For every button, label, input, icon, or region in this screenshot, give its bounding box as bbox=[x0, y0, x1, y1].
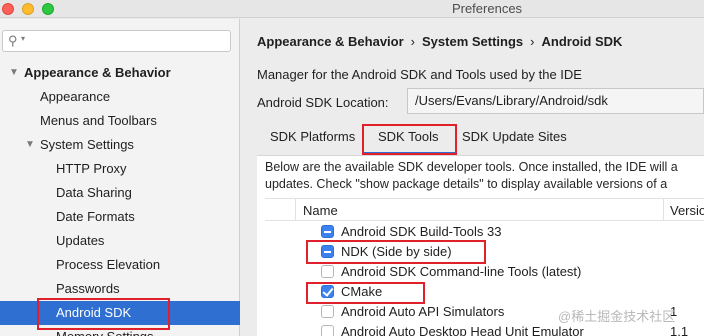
sidebar-item-label: Appearance bbox=[40, 89, 111, 104]
sdk-location-field[interactable]: /Users/Evans/Library/Android/sdk bbox=[407, 88, 704, 114]
sidebar-item-appearance-behavior[interactable]: ▼ Appearance & Behavior bbox=[0, 61, 240, 85]
sidebar-item-label: Android SDK bbox=[56, 305, 132, 320]
sidebar-item-data-sharing[interactable]: Data Sharing bbox=[0, 181, 240, 205]
breadcrumb-separator: › bbox=[410, 34, 416, 49]
watermark: @稀土掘金技术社区 bbox=[558, 309, 676, 324]
table-row[interactable]: CMake bbox=[265, 282, 704, 302]
tool-version: 1.1 bbox=[670, 324, 689, 336]
column-header-version[interactable]: Versio bbox=[670, 203, 704, 218]
tool-name: Android SDK Build-Tools 33 bbox=[341, 224, 502, 239]
sidebar-item-label: System Settings bbox=[40, 137, 134, 152]
description-line: Below are the available SDK developer to… bbox=[265, 160, 678, 174]
column-divider[interactable] bbox=[663, 199, 664, 221]
tool-name: NDK (Side by side) bbox=[341, 244, 452, 259]
sidebar-item-updates[interactable]: Updates bbox=[0, 229, 240, 253]
checkbox[interactable] bbox=[321, 325, 334, 336]
search-icon: ⚲ bbox=[8, 33, 18, 48]
sidebar-item-http-proxy[interactable]: HTTP Proxy bbox=[0, 157, 240, 181]
sidebar-item-date-formats[interactable]: Date Formats bbox=[0, 205, 240, 229]
breadcrumb: Appearance & Behavior › System Settings › An… bbox=[257, 34, 622, 49]
checked-checkbox[interactable] bbox=[321, 285, 334, 298]
sidebar-item-label: Menus and Toolbars bbox=[40, 113, 157, 128]
checkbox[interactable] bbox=[321, 265, 334, 278]
table-row[interactable]: NDK (Side by side) bbox=[265, 242, 704, 262]
tab-sdk-update-sites[interactable]: SDK Update Sites bbox=[462, 129, 567, 144]
settings-main-panel: Appearance & Behavior › System Settings › An… bbox=[241, 19, 704, 336]
sidebar-item-menus-toolbars[interactable]: Menus and Toolbars bbox=[0, 109, 240, 133]
sidebar-item-label: HTTP Proxy bbox=[56, 161, 127, 176]
sidebar-item-label: Process Elevation bbox=[56, 257, 161, 272]
sidebar-item-label: Memory Settings bbox=[56, 325, 154, 336]
tool-name: Android SDK Command-line Tools (latest) bbox=[341, 264, 582, 279]
sdk-location-label: Android SDK Location: bbox=[257, 95, 389, 110]
settings-sidebar: ⚲ ▾ ▼ Appearance & Behavior Appearance M… bbox=[0, 19, 240, 336]
sidebar-item-label: Appearance & Behavior bbox=[24, 65, 171, 80]
chevron-down-icon[interactable]: ▼ bbox=[9, 61, 19, 85]
table-row[interactable]: Android SDK Build-Tools 33 bbox=[265, 222, 704, 242]
page-description: Manager for the Android SDK and Tools us… bbox=[257, 67, 582, 82]
tool-name: CMake bbox=[341, 284, 383, 299]
sidebar-item-label: Date Formats bbox=[56, 209, 135, 224]
sidebar-item-label: Updates bbox=[56, 233, 105, 248]
header-checkbox-column bbox=[265, 199, 296, 221]
checkbox[interactable] bbox=[321, 305, 334, 318]
table-row[interactable]: Android SDK Command-line Tools (latest) bbox=[265, 262, 704, 282]
breadcrumb-item[interactable]: Appearance & Behavior bbox=[257, 34, 404, 49]
sidebar-item-system-settings[interactable]: ▼ System Settings bbox=[0, 133, 240, 157]
breadcrumb-separator: › bbox=[530, 34, 535, 49]
chevron-down-icon: ▾ bbox=[21, 34, 26, 43]
sidebar-item-label: Data Sharing bbox=[56, 185, 132, 200]
breadcrumb-item: Android SDK bbox=[541, 34, 623, 49]
breadcrumb-item[interactable]: System Settings bbox=[422, 34, 523, 49]
sdk-tabs: SDK Platforms SDK Tools SDK Update Sites bbox=[241, 123, 704, 155]
column-header-name[interactable]: Name bbox=[303, 203, 338, 218]
search-input[interactable]: ⚲ ▾ bbox=[2, 30, 231, 52]
tool-name: Android Auto Desktop Head Unit Emulator bbox=[341, 324, 584, 336]
tab-sdk-platforms[interactable]: SDK Platforms bbox=[270, 129, 355, 144]
sidebar-item-memory-settings[interactable]: Memory Settings bbox=[0, 325, 240, 336]
window-title: Preferences bbox=[451, 1, 523, 16]
tool-name: Android Auto API Simulators bbox=[341, 304, 505, 319]
sidebar-item-android-sdk[interactable]: Android SDK bbox=[0, 301, 240, 325]
tab-sdk-tools[interactable]: SDK Tools bbox=[378, 129, 438, 144]
sdk-tools-description: Below are the available SDK developer to… bbox=[265, 159, 678, 193]
table-header: Name Versio bbox=[265, 198, 704, 221]
sidebar-item-label: Passwords bbox=[56, 281, 120, 296]
sidebar-item-process-elevation[interactable]: Process Elevation bbox=[0, 253, 240, 277]
partial-checkbox[interactable] bbox=[321, 225, 334, 238]
sidebar-item-appearance[interactable]: Appearance bbox=[0, 85, 240, 109]
sidebar-item-passwords[interactable]: Passwords bbox=[0, 277, 240, 301]
partial-checkbox[interactable] bbox=[321, 245, 334, 258]
description-line: updates. Check "show package details" to… bbox=[265, 177, 668, 191]
chevron-down-icon[interactable]: ▼ bbox=[25, 133, 35, 157]
title-bar: Preferences bbox=[0, 0, 704, 18]
